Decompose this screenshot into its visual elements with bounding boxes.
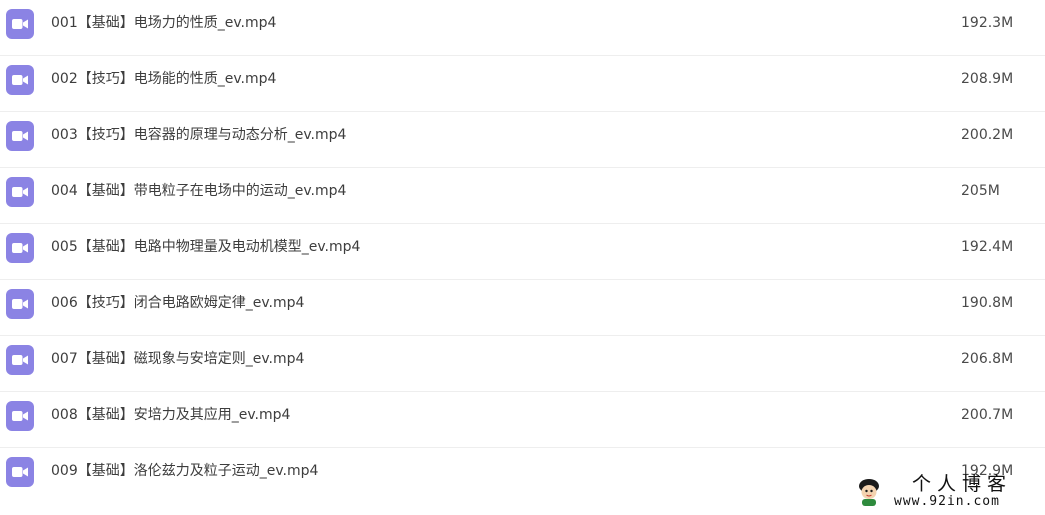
file-size: 200.7M [961,407,1014,423]
watermark-url: www.92in.com [894,494,1000,509]
file-name: 009【基础】洛伦兹力及粒子运动_ev.mp4 [51,463,319,479]
file-name: 008【基础】安培力及其应用_ev.mp4 [51,407,291,423]
file-size: 192.4M [961,239,1014,255]
file-name: 004【基础】带电粒子在电场中的运动_ev.mp4 [51,183,347,199]
file-list: 001【基础】电场力的性质_ev.mp4 192.3M 002【技巧】电场能的性… [0,0,1045,504]
file-row[interactable]: 008【基础】安培力及其应用_ev.mp4 200.7M [0,392,1045,448]
file-row[interactable]: 005【基础】电路中物理量及电动机模型_ev.mp4 192.4M [0,224,1045,280]
file-row[interactable]: 003【技巧】电容器的原理与动态分析_ev.mp4 200.2M [0,112,1045,168]
video-file-icon [6,457,34,487]
file-name: 006【技巧】闭合电路欧姆定律_ev.mp4 [51,295,305,311]
video-file-icon [6,345,34,375]
file-size: 200.2M [961,127,1014,143]
file-name: 007【基础】磁现象与安培定则_ev.mp4 [51,351,305,367]
file-name: 003【技巧】电容器的原理与动态分析_ev.mp4 [51,127,347,143]
cartoon-avatar-icon [856,478,882,506]
file-name: 002【技巧】电场能的性质_ev.mp4 [51,71,277,87]
video-file-icon [6,401,34,431]
video-file-icon [6,177,34,207]
video-file-icon [6,233,34,263]
file-row[interactable]: 002【技巧】电场能的性质_ev.mp4 208.9M [0,56,1045,112]
video-file-icon [6,121,34,151]
file-name: 001【基础】电场力的性质_ev.mp4 [51,15,277,31]
file-size: 205M [961,183,1000,199]
watermark-title: 个人博客 [912,473,1013,495]
file-name: 005【基础】电路中物理量及电动机模型_ev.mp4 [51,239,361,255]
file-size: 190.8M [961,295,1014,311]
file-size: 192.3M [961,15,1014,31]
video-file-icon [6,289,34,319]
file-row[interactable]: 004【基础】带电粒子在电场中的运动_ev.mp4 205M [0,168,1045,224]
video-file-icon [6,9,34,39]
file-row[interactable]: 001【基础】电场力的性质_ev.mp4 192.3M [0,0,1045,56]
watermark: 个人博客 www.92in.com [850,474,1040,512]
file-size: 208.9M [961,71,1014,87]
file-size: 206.8M [961,351,1014,367]
file-row[interactable]: 007【基础】磁现象与安培定则_ev.mp4 206.8M [0,336,1045,392]
file-row[interactable]: 006【技巧】闭合电路欧姆定律_ev.mp4 190.8M [0,280,1045,336]
video-file-icon [6,65,34,95]
